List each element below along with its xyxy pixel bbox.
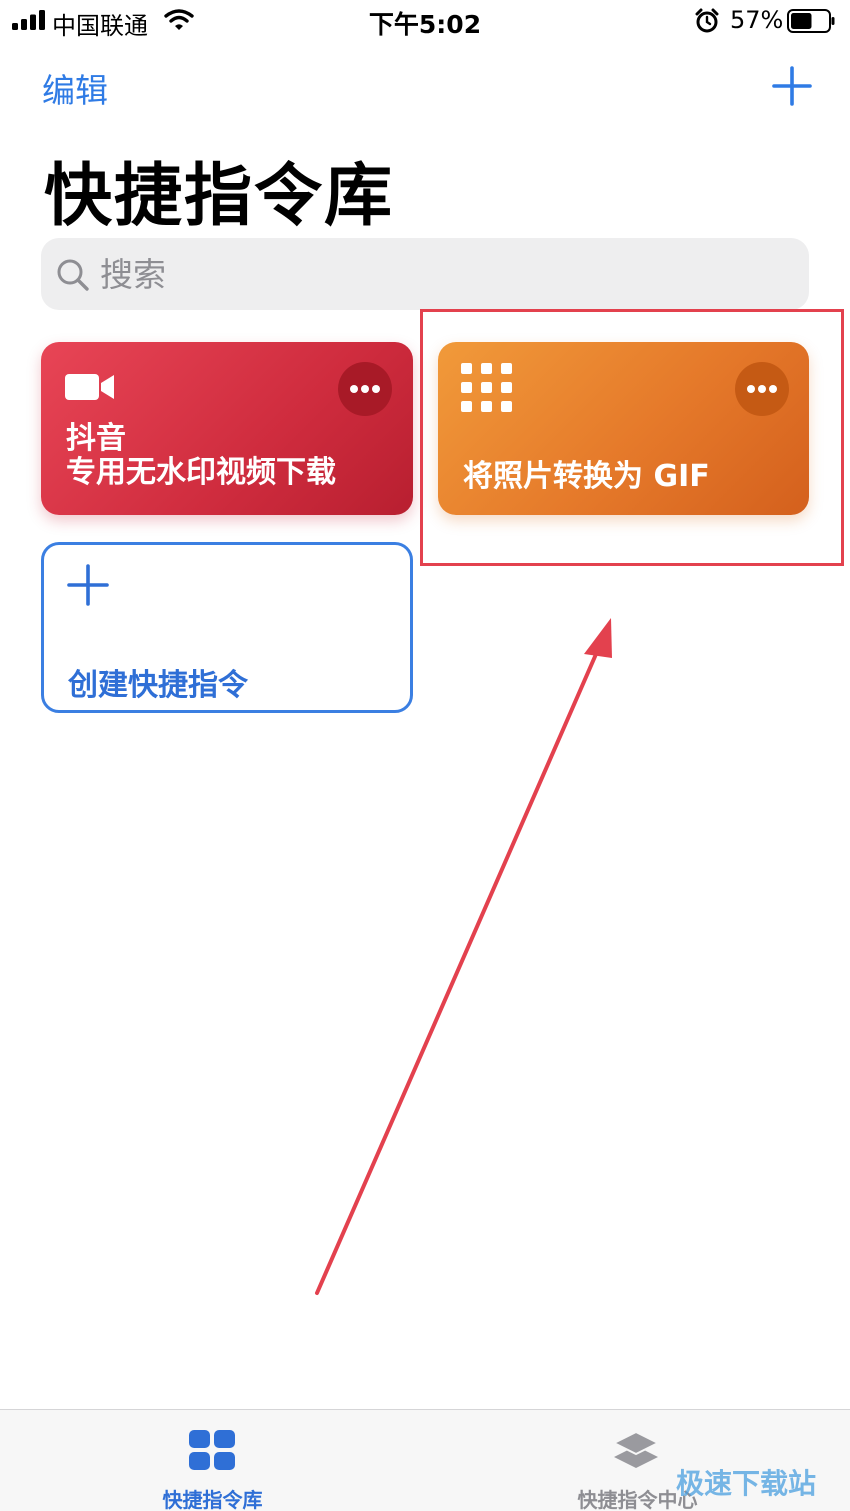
alarm-icon [695,8,719,33]
page-title: 快捷指令库 [44,157,395,236]
battery-percent: 57% [730,6,784,34]
layers-icon [612,1430,660,1468]
shortcut-card-douyin[interactable]: 抖音 专用无水印视频下载 [41,342,413,515]
plus-icon[interactable] [770,64,814,108]
more-options-button[interactable] [338,362,392,416]
watermark-text: 极速下载站 [676,1467,817,1500]
edit-button[interactable]: 编辑 [42,64,108,112]
library-grid-icon [189,1430,235,1470]
status-bar: 中国联通 下午5:02 57% [0,0,850,44]
ellipsis-icon [350,385,380,393]
shortcut-title-line1: 抖音 [66,421,126,456]
search-icon [57,259,89,291]
battery-icon [787,9,835,33]
video-camera-icon [65,374,114,400]
annotation-arrow [315,618,612,1295]
search-input[interactable] [100,248,780,300]
create-shortcut-label: 创建快捷指令 [68,668,248,703]
status-time: 下午5:02 [368,10,482,39]
plus-icon [67,564,109,606]
tab-library[interactable]: 快捷指令库 [120,1410,305,1511]
tab-label: 快捷指令库 [162,1488,263,1511]
shortcut-title-line2: 专用无水印视频下载 [66,455,336,490]
annotation-highlight-box [420,309,844,566]
